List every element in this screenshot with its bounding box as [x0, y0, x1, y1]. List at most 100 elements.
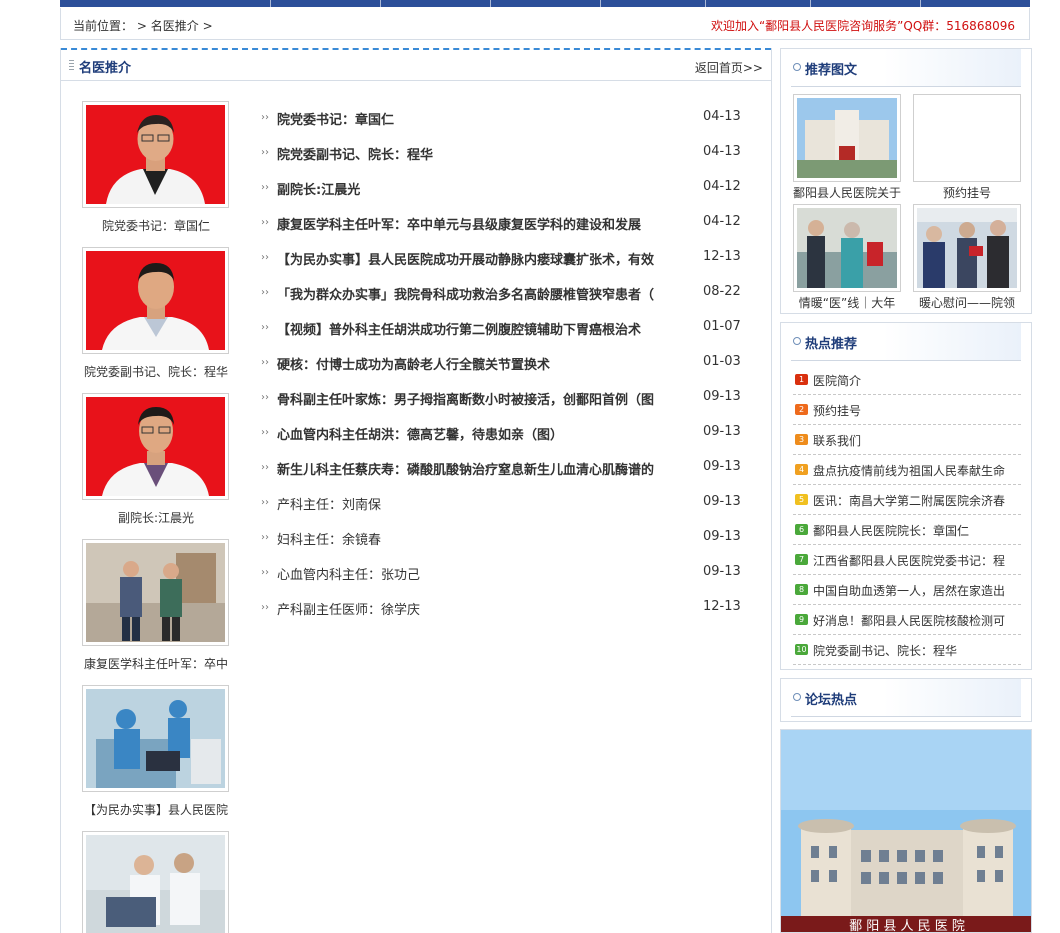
doctor-caption[interactable]: 院党委副书记、院长：程华 — [81, 363, 231, 380]
article-row[interactable]: ›› 康复医学科主任叶军：卒中单元与县级康复医学科的建设和发展 04-12 — [261, 206, 751, 241]
article-title[interactable]: 【视频】普外科主任胡洪成功行第二例腹腔镜辅助下胃癌根治术 — [277, 319, 687, 338]
hot-item-title[interactable]: 医院简介 — [813, 372, 1018, 389]
article-title[interactable]: 骨科副主任叶家炼：男子拇指离断数小时被接活，创鄱阳首例（图 — [277, 389, 687, 408]
hot-header: 热点推荐 — [791, 323, 1021, 361]
hot-item-title[interactable]: 医讯：南昌大学第二附属医院余济春 — [813, 492, 1018, 509]
hot-item[interactable]: 9 好消息！鄱阳县人民医院核酸检测可 — [793, 605, 1021, 635]
doctor-caption[interactable]: 康复医学科主任叶军：卒中 — [81, 655, 231, 672]
recommend-caption[interactable]: 暖心慰问——院领 — [907, 294, 1027, 311]
article-date: 04-13 — [703, 144, 741, 159]
article-row[interactable]: ›› 骨科副主任叶家炼：男子拇指离断数小时被接活，创鄱阳首例（图 09-13 — [261, 381, 751, 416]
hot-item[interactable]: 4 盘点抗疫情前线为祖国人民奉献生命 — [793, 455, 1021, 485]
recommend-image[interactable] — [793, 204, 901, 292]
grip-icon — [69, 60, 74, 72]
hot-item-title[interactable]: 中国自助血透第一人，居然在家造出 — [813, 582, 1018, 599]
hot-item[interactable]: 3 联系我们 — [793, 425, 1021, 455]
article-title[interactable]: 妇科主任：余镜春 — [277, 529, 687, 548]
doctor-photo[interactable] — [82, 247, 229, 354]
hot-item[interactable]: 1 医院简介 — [793, 365, 1021, 395]
recommend-image[interactable] — [913, 94, 1021, 182]
article-row[interactable]: ›› 「我为群众办实事」我院骨科成功救治多名高龄腰椎管狭窄患者（ 08-22 — [261, 276, 751, 311]
article-row[interactable]: ›› 硬核：付博士成功为高龄老人行全髋关节置换术 01-03 — [261, 346, 751, 381]
doctor-photo[interactable] — [82, 101, 229, 208]
recommend-caption[interactable]: 鄱阳县人民医院关于 — [787, 184, 907, 201]
double-arrow-icon: ›› — [261, 392, 269, 403]
article-title[interactable]: 副院长:江晨光 — [277, 179, 687, 198]
article-row[interactable]: ›› 产科主任：刘南保 09-13 — [261, 486, 751, 521]
hot-item[interactable]: 6 鄱阳县人民医院院长：章国仁 — [793, 515, 1021, 545]
article-date: 09-13 — [703, 424, 741, 439]
hot-item-title[interactable]: 预约挂号 — [813, 402, 1018, 419]
breadcrumb-current[interactable]: 名医推介 — [151, 19, 199, 33]
doctor-photo[interactable] — [82, 539, 229, 646]
bullet-icon — [793, 63, 801, 71]
double-arrow-icon: ›› — [261, 602, 269, 613]
double-arrow-icon: ›› — [261, 252, 269, 263]
hot-item[interactable]: 7 江西省鄱阳县人民医院党委书记：程 — [793, 545, 1021, 575]
recommend-image[interactable] — [913, 204, 1021, 292]
welcome-text: 欢迎加入“鄱阳县人民医院咨询服务”QQ群：516868096 — [710, 19, 1015, 33]
article-row[interactable]: ›› 产科副主任医师：徐学庆 12-13 — [261, 591, 751, 626]
article-row[interactable]: ›› 心血管内科主任：张功己 09-13 — [261, 556, 751, 591]
doctor-photo[interactable] — [82, 685, 229, 792]
article-title[interactable]: 产科主任：刘南保 — [277, 494, 687, 513]
article-row[interactable]: ›› 【视频】普外科主任胡洪成功行第二例腹腔镜辅助下胃癌根治术 01-07 — [261, 311, 751, 346]
recommend-image[interactable] — [793, 94, 901, 182]
article-date: 09-13 — [703, 389, 741, 404]
hot-item[interactable]: 2 预约挂号 — [793, 395, 1021, 425]
bullet-icon — [793, 337, 801, 345]
hot-item[interactable]: 10 院党委副书记、院长：程华 — [793, 635, 1021, 665]
article-title[interactable]: 「我为群众办实事」我院骨科成功救治多名高龄腰椎管狭窄患者（ — [277, 284, 687, 303]
doctor-photo[interactable] — [82, 831, 229, 933]
recommend-caption[interactable]: 情暖“医”线｜大年 — [787, 294, 907, 311]
article-row[interactable]: ›› 院党委书记：章国仁 04-13 — [261, 101, 751, 136]
forum-header: 论坛热点 — [791, 679, 1021, 717]
hot-item-title[interactable]: 鄱阳县人民医院院长：章国仁 — [813, 522, 1018, 539]
hot-item[interactable]: 5 医讯：南昌大学第二附属医院余济春 — [793, 485, 1021, 515]
recommend-box: 推荐图文 鄱阳县人民医院关于 预约挂号 情暖“医”线｜大年 暖心慰问——院领 — [780, 48, 1032, 314]
article-date: 04-12 — [703, 179, 741, 194]
article-title[interactable]: 产科副主任医师：徐学庆 — [277, 599, 687, 618]
article-title[interactable]: 康复医学科主任叶军：卒中单元与县级康复医学科的建设和发展 — [277, 214, 687, 233]
article-title[interactable]: 硬核：付博士成功为高龄老人行全髋关节置换术 — [277, 354, 687, 373]
article-row[interactable]: ›› 副院长:江晨光 04-12 — [261, 171, 751, 206]
article-title[interactable]: 心血管内科主任胡洪：德高艺馨，待患如亲（图） — [277, 424, 687, 443]
article-title[interactable]: 心血管内科主任：张功己 — [277, 564, 687, 583]
panel-header: 名医推介 返回首页>> — [61, 48, 771, 81]
breadcrumb-label: 当前位置： — [73, 19, 134, 33]
doctor-list-panel: 名医推介 返回首页>> 院党委书记：章国仁 院党委副书记、院长：程华 副院长:江… — [60, 48, 772, 933]
hot-title: 热点推荐 — [805, 337, 858, 352]
article-row[interactable]: ›› 心血管内科主任胡洪：德高艺馨，待患如亲（图） 09-13 — [261, 416, 751, 451]
doctor-photo[interactable] — [82, 393, 229, 500]
rank-badge: 4 — [795, 464, 808, 475]
recommend-caption[interactable]: 预约挂号 — [907, 184, 1027, 201]
article-title[interactable]: 新生儿科主任蔡庆寿：磷酸肌酸钠治疗窒息新生儿血清心肌酶谱的 — [277, 459, 687, 478]
article-date: 09-13 — [703, 529, 741, 544]
rank-badge: 8 — [795, 584, 808, 595]
back-home-link[interactable]: 返回首页>> — [695, 59, 763, 76]
article-row[interactable]: ›› 妇科主任：余镜春 09-13 — [261, 521, 751, 556]
rank-badge: 10 — [795, 644, 808, 655]
article-title[interactable]: 【为民办实事】县人民医院成功开展动静脉内瘘球囊扩张术，有效 — [277, 249, 687, 268]
doctor-caption[interactable]: 【为民办实事】县人民医院 — [81, 801, 231, 818]
double-arrow-icon: ›› — [261, 112, 269, 123]
article-title[interactable]: 院党委副书记、院长：程华 — [277, 144, 687, 163]
article-row[interactable]: ›› 院党委副书记、院长：程华 04-13 — [261, 136, 751, 171]
article-row[interactable]: ›› 新生儿科主任蔡庆寿：磷酸肌酸钠治疗窒息新生儿血清心肌酶谱的 09-13 — [261, 451, 751, 486]
rank-badge: 3 — [795, 434, 808, 445]
article-date: 04-12 — [703, 214, 741, 229]
hot-item[interactable]: 8 中国自助血透第一人，居然在家造出 — [793, 575, 1021, 605]
hospital-banner-image[interactable]: 鄱 阳 县 人 民 医 院 — [780, 729, 1032, 933]
hot-item-title[interactable]: 院党委副书记、院长：程华 — [813, 642, 1018, 659]
doctor-caption[interactable]: 院党委书记：章国仁 — [81, 217, 231, 234]
article-date: 04-13 — [703, 109, 741, 124]
doctor-caption[interactable]: 副院长:江晨光 — [81, 509, 231, 526]
hot-item-title[interactable]: 好消息！鄱阳县人民医院核酸检测可 — [813, 612, 1018, 629]
article-date: 01-07 — [703, 319, 741, 334]
hot-item-title[interactable]: 盘点抗疫情前线为祖国人民奉献生命 — [813, 462, 1018, 479]
breadcrumb: 当前位置： > 名医推介 > — [73, 17, 213, 34]
hot-item-title[interactable]: 联系我们 — [813, 432, 1018, 449]
article-title[interactable]: 院党委书记：章国仁 — [277, 109, 687, 128]
article-row[interactable]: ›› 【为民办实事】县人民医院成功开展动静脉内瘘球囊扩张术，有效 12-13 — [261, 241, 751, 276]
hot-item-title[interactable]: 江西省鄱阳县人民医院党委书记：程 — [813, 552, 1018, 569]
